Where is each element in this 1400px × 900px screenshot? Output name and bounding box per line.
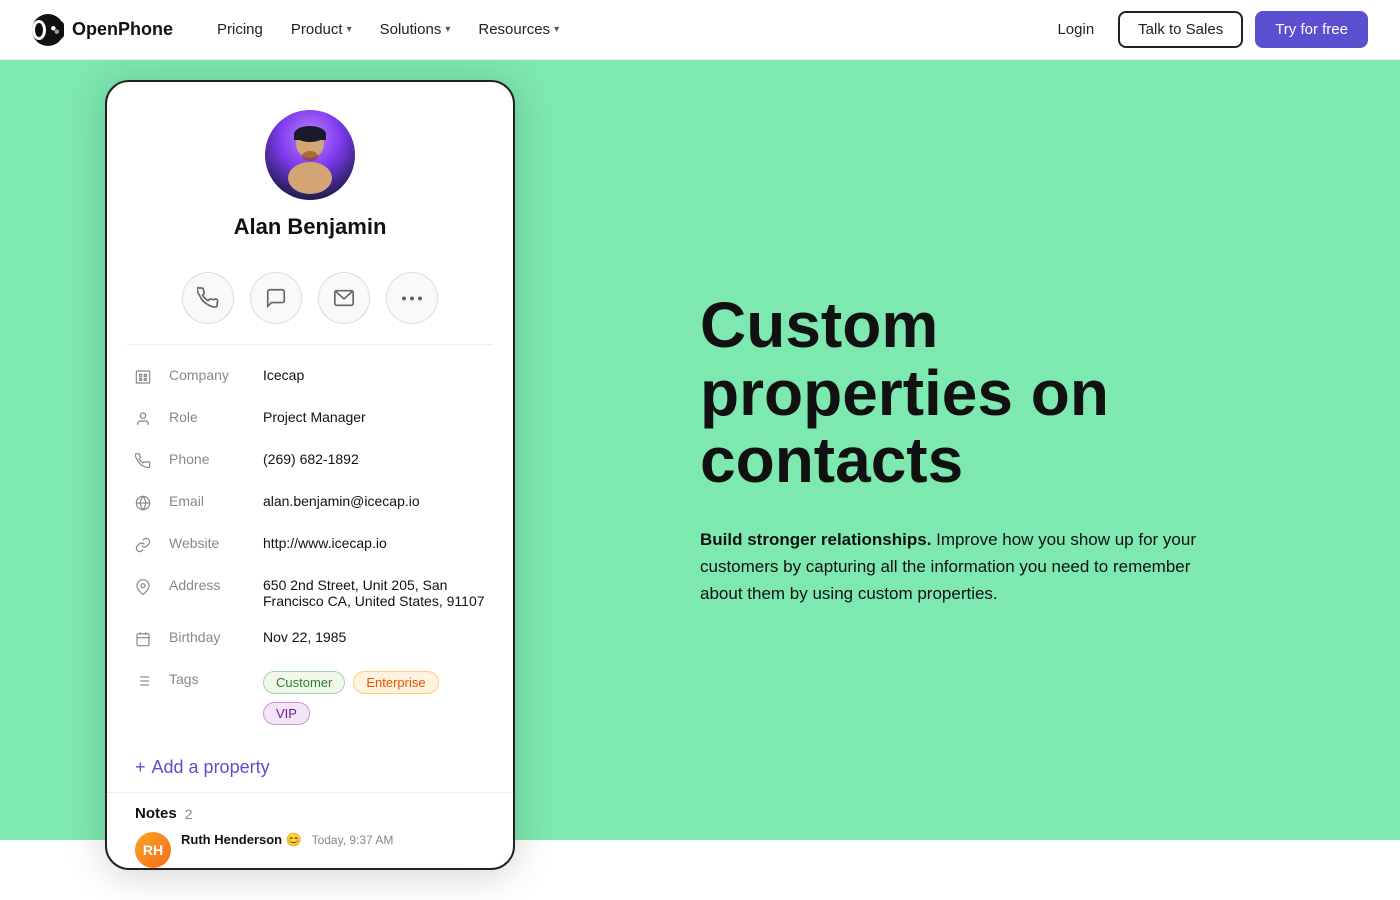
note-item: RH Ruth Henderson 😊 Today, 9:37 AM (135, 832, 485, 868)
add-property-label: Add a property (152, 757, 270, 778)
plus-icon: + (135, 757, 146, 778)
logo-icon (32, 14, 64, 46)
openphone-logo-svg (46, 14, 64, 46)
logo-text: OpenPhone (72, 19, 173, 40)
nav-pricing[interactable]: Pricing (205, 13, 275, 46)
tags-value: Customer Enterprise VIP (263, 671, 485, 725)
property-email: Email alan.benjamin@icecap.io (135, 483, 485, 525)
notes-header: Notes 2 (135, 805, 485, 822)
note-meta: Ruth Henderson 😊 Today, 9:37 AM (181, 832, 393, 848)
property-address: Address 650 2nd Street, Unit 205, San Fr… (135, 567, 485, 619)
phone-icon (135, 453, 155, 473)
hero-heading: Custom properties on contacts (700, 292, 1220, 494)
avatar (265, 110, 355, 200)
properties-list: Company Icecap Role Project Manager (107, 345, 513, 747)
nav-right: Login Talk to Sales Try for free (1045, 11, 1368, 48)
tag-enterprise[interactable]: Enterprise (353, 671, 438, 694)
property-birthday: Birthday Nov 22, 1985 (135, 619, 485, 661)
call-button[interactable] (182, 272, 234, 324)
add-property-button[interactable]: + Add a property (107, 747, 513, 792)
right-panel: Custom properties on contacts Build stro… (620, 60, 1400, 840)
property-tags: Tags Customer Enterprise VIP (135, 661, 485, 735)
tag-vip[interactable]: VIP (263, 702, 310, 725)
phone-value: (269) 682-1892 (263, 451, 485, 467)
email-button[interactable] (318, 272, 370, 324)
action-buttons (107, 256, 513, 344)
email-value: alan.benjamin@icecap.io (263, 493, 485, 509)
notes-section: Notes 2 RH Ruth Henderson 😊 Today, 9:37 … (107, 792, 513, 868)
notes-count: 2 (185, 806, 193, 822)
website-icon (135, 537, 155, 557)
role-label: Role (169, 409, 249, 425)
contact-name: Alan Benjamin (135, 214, 485, 240)
nav-links: Pricing Product ▾ Solutions ▾ Resources … (205, 13, 571, 46)
phone-label: Phone (169, 451, 249, 467)
nav-solutions[interactable]: Solutions ▾ (368, 13, 463, 46)
property-phone: Phone (269) 682-1892 (135, 441, 485, 483)
main-content: Alan Benjamin (0, 60, 1400, 840)
try-for-free-button[interactable]: Try for free (1255, 11, 1368, 48)
address-icon (135, 579, 155, 599)
contact-header: Alan Benjamin (107, 82, 513, 256)
note-avatar: RH (135, 832, 171, 868)
email-label: Email (169, 493, 249, 509)
talk-to-sales-button[interactable]: Talk to Sales (1118, 11, 1243, 48)
login-button[interactable]: Login (1045, 13, 1106, 46)
website-label: Website (169, 535, 249, 551)
company-value: Icecap (263, 367, 485, 383)
role-icon (135, 411, 155, 431)
birthday-label: Birthday (169, 629, 249, 645)
nav-resources[interactable]: Resources ▾ (466, 13, 571, 46)
resources-chevron-icon: ▾ (554, 24, 559, 35)
property-website: Website http://www.icecap.io (135, 525, 485, 567)
company-icon (135, 369, 155, 389)
birthday-value: Nov 22, 1985 (263, 629, 485, 645)
nav-product[interactable]: Product ▾ (279, 13, 364, 46)
tags-icon (135, 673, 155, 693)
more-button[interactable] (386, 272, 438, 324)
property-role: Role Project Manager (135, 399, 485, 441)
address-value: 650 2nd Street, Unit 205, San Francisco … (263, 577, 485, 609)
website-value: http://www.icecap.io (263, 535, 485, 551)
navbar: OpenPhone Pricing Product ▾ Solutions ▾ … (0, 0, 1400, 60)
role-value: Project Manager (263, 409, 485, 425)
hero-text: Custom properties on contacts Build stro… (700, 292, 1220, 607)
hero-body-bold: Build stronger relationships. (700, 530, 931, 549)
address-label: Address (169, 577, 249, 593)
message-button[interactable] (250, 272, 302, 324)
note-time: Today, 9:37 AM (312, 833, 394, 847)
left-panel: Alan Benjamin (0, 60, 620, 840)
hero-body: Build stronger relationships. Improve ho… (700, 526, 1220, 608)
solutions-chevron-icon: ▾ (445, 24, 450, 35)
product-chevron-icon: ▾ (347, 24, 352, 35)
company-label: Company (169, 367, 249, 383)
birthday-icon (135, 631, 155, 651)
tags-label: Tags (169, 671, 249, 687)
email-icon (135, 495, 155, 515)
notes-title: Notes (135, 805, 177, 822)
property-company: Company Icecap (135, 357, 485, 399)
logo[interactable]: OpenPhone (32, 14, 173, 46)
phone-mockup: Alan Benjamin (105, 80, 515, 870)
tag-customer[interactable]: Customer (263, 671, 345, 694)
